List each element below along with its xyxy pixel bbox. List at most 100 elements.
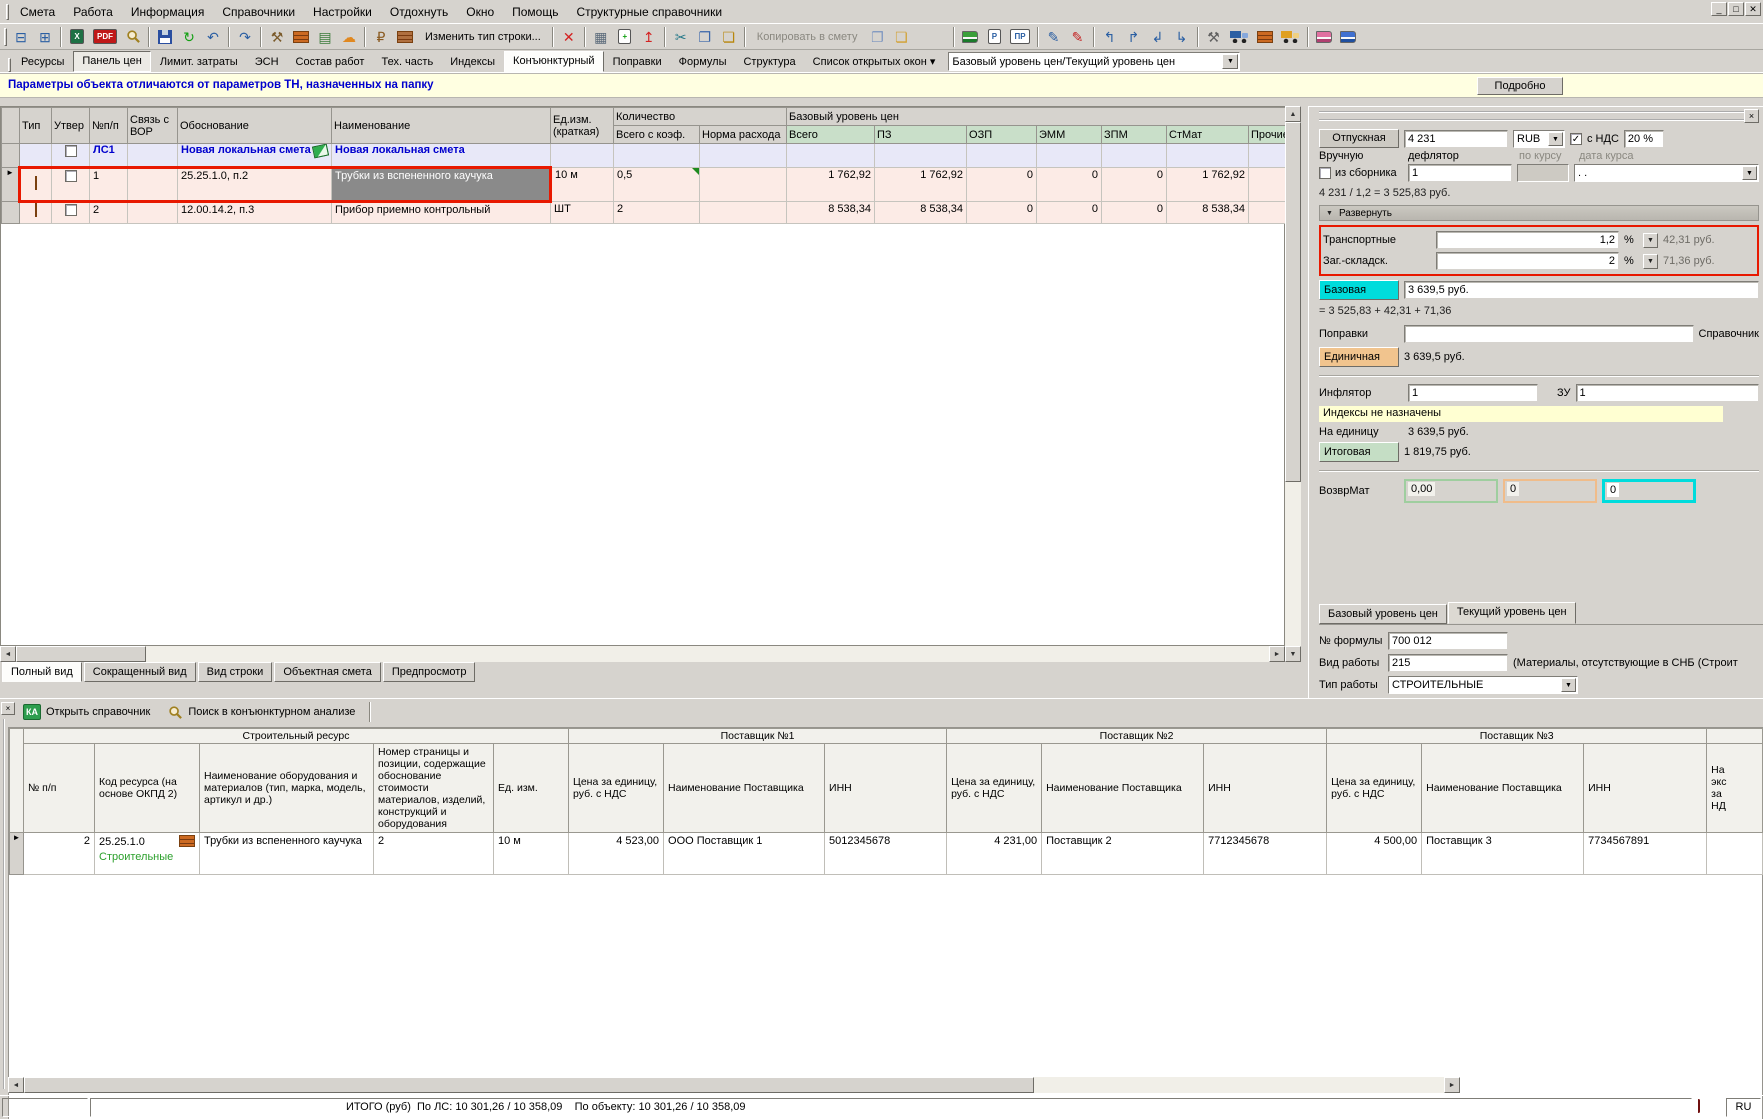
delivery-truck-icon[interactable]: [1227, 26, 1252, 48]
transport-percent-input[interactable]: 1,2: [1436, 231, 1619, 249]
section-close-icon[interactable]: ×: [1, 702, 15, 715]
menu-item-strukturnye-spravochniki[interactable]: Структурные справочники: [567, 2, 731, 22]
corrections-input[interactable]: [1404, 325, 1694, 343]
excel-export-icon[interactable]: X: [66, 26, 88, 48]
menu-item-otdohnut[interactable]: Отдохнуть: [381, 2, 457, 22]
approve-checkbox[interactable]: [64, 145, 77, 157]
maximize-button[interactable]: □: [1728, 2, 1744, 16]
scroll-up-icon[interactable]: ▲: [1285, 106, 1301, 122]
scroll-thumb[interactable]: [1285, 122, 1301, 482]
copy-sheet-icon[interactable]: ❐: [866, 26, 888, 48]
save-icon[interactable]: [154, 26, 176, 48]
view-tab-obektnaya-smeta[interactable]: Объектная смета: [274, 662, 381, 682]
chevron-down-icon[interactable]: ▼: [1643, 253, 1658, 269]
copy-icon[interactable]: ❐: [694, 26, 716, 48]
s3-price-cell[interactable]: 4 500,00: [1326, 832, 1423, 875]
menu-item-pomosch[interactable]: Помощь: [503, 2, 567, 22]
level-up-icon[interactable]: ↰: [1099, 26, 1121, 48]
chevron-down-icon[interactable]: ▼: [1643, 232, 1658, 248]
chevron-down-icon[interactable]: ▼: [1561, 678, 1576, 692]
tab-indeksy[interactable]: Индексы: [442, 53, 503, 72]
structure-tree-icon[interactable]: ⊟: [10, 26, 32, 48]
s3-inn-cell[interactable]: 7734567891: [1583, 832, 1708, 875]
language-indicator[interactable]: RU: [1726, 1098, 1761, 1117]
scroll-right-icon[interactable]: ►: [1269, 646, 1285, 662]
stmat-cell[interactable]: 1 762,92: [1166, 167, 1250, 202]
status-book-icon[interactable]: [1698, 1099, 1718, 1115]
name-cell[interactable]: Прибор приемно контрольный: [331, 201, 551, 224]
menu-item-spravochniki[interactable]: Справочники: [213, 2, 304, 22]
level-down-icon[interactable]: ↳: [1171, 26, 1193, 48]
tab-panel-cen[interactable]: Панель цен: [73, 51, 151, 72]
view-tab-polnyj-vid[interactable]: Полный вид: [2, 662, 82, 682]
price-pr-icon[interactable]: ПР: [1007, 26, 1032, 48]
edit-rows-icon[interactable]: ✎: [1043, 26, 1065, 48]
tab-limit-zatraty[interactable]: Лимит. затраты: [152, 53, 246, 72]
view-tab-vid-stroki[interactable]: Вид строки: [197, 662, 273, 682]
scroll-right-icon[interactable]: ►: [1444, 1077, 1460, 1093]
toolbar-grip[interactable]: [8, 58, 11, 72]
level-raise-icon[interactable]: ↱: [1123, 26, 1145, 48]
approve-checkbox[interactable]: [64, 204, 77, 216]
name-cell-selected[interactable]: Трубки из вспененного каучука: [331, 166, 552, 203]
materials-bricks-icon[interactable]: [1254, 26, 1276, 48]
return-mat-current-field[interactable]: 0: [1602, 479, 1696, 503]
price-books-blue-icon[interactable]: [1337, 26, 1359, 48]
menu-item-informaciya[interactable]: Информация: [122, 2, 213, 22]
ozp-cell[interactable]: 0: [966, 167, 1038, 202]
s1-name-cell[interactable]: ООО Поставщик 1: [663, 832, 826, 875]
deflator-input[interactable]: 1: [1408, 164, 1512, 182]
tab-formuly[interactable]: Формулы: [671, 53, 735, 72]
base-price-button[interactable]: Базовая: [1319, 280, 1399, 300]
cut-icon[interactable]: ✂: [670, 26, 692, 48]
analysis-horizontal-scrollbar[interactable]: ◄ ►: [8, 1077, 1460, 1093]
grid-horizontal-scrollbar[interactable]: ◄ ►: [0, 646, 1285, 662]
pz-cell[interactable]: 1 762,92: [874, 167, 968, 202]
reference-link[interactable]: Справочник: [1699, 328, 1760, 340]
estimate-number-cell[interactable]: ЛС1: [89, 143, 128, 168]
chevron-down-icon[interactable]: ▼: [1548, 131, 1563, 146]
material-box-icon[interactable]: [394, 26, 416, 48]
menu-item-rabota[interactable]: Работа: [64, 2, 122, 22]
tab-popravki[interactable]: Поправки: [605, 53, 670, 72]
s3-name-cell[interactable]: Поставщик 3: [1421, 832, 1585, 875]
open-reference-button[interactable]: КА Открыть справочник: [16, 701, 157, 723]
return-mat-unit-field[interactable]: 0: [1503, 479, 1597, 503]
pdf-export-icon[interactable]: PDF: [90, 26, 120, 48]
clear-rows-icon[interactable]: ✎: [1067, 26, 1089, 48]
unit-cell[interactable]: 10 м: [492, 832, 570, 875]
currency-select[interactable]: RUB ▼: [1513, 129, 1565, 148]
close-button[interactable]: ✕: [1745, 2, 1761, 16]
add-comment-icon[interactable]: ☁: [338, 26, 360, 48]
grid-vertical-scrollbar[interactable]: ▲ ▼: [1285, 106, 1301, 662]
refresh-icon[interactable]: ↻: [178, 26, 200, 48]
stmat-cell[interactable]: 8 538,34: [1166, 201, 1250, 224]
unit-price-button[interactable]: Единичная: [1319, 347, 1399, 367]
estimate-name-cell[interactable]: Новая локальная смета: [331, 143, 551, 168]
storage-percent-input[interactable]: 2: [1436, 252, 1619, 270]
delete-row-icon[interactable]: ✕: [558, 26, 580, 48]
redo-cancel-icon[interactable]: ↷: [234, 26, 256, 48]
norm-base-icon[interactable]: [959, 26, 981, 48]
scroll-left-icon[interactable]: ◄: [8, 1077, 24, 1093]
menu-item-nastrojki[interactable]: Настройки: [304, 2, 381, 22]
selling-price-button[interactable]: Отпускная: [1319, 129, 1399, 148]
tab-current-price-level[interactable]: Текущий уровень цен: [1447, 602, 1576, 624]
vat-rate-input[interactable]: 20 %: [1623, 129, 1664, 148]
qty-cell[interactable]: 2: [613, 201, 700, 224]
s2-price-cell[interactable]: 4 231,00: [946, 832, 1043, 875]
row-number-cell[interactable]: 2: [89, 201, 128, 224]
zu-input[interactable]: 1: [1575, 384, 1759, 402]
scroll-left-icon[interactable]: ◄: [0, 646, 16, 662]
import-row-icon[interactable]: ↥: [638, 26, 660, 48]
scroll-thumb[interactable]: [16, 646, 146, 662]
minimize-button[interactable]: _: [1711, 2, 1727, 16]
scroll-thumb[interactable]: [24, 1077, 1034, 1093]
s1-price-cell[interactable]: 4 523,00: [568, 832, 665, 875]
transport-truck-icon[interactable]: [1278, 26, 1303, 48]
ozp-cell[interactable]: 0: [966, 201, 1038, 224]
tab-struktura[interactable]: Структура: [735, 53, 803, 72]
justification-cell[interactable]: 25.25.1.0, п.2: [177, 166, 332, 203]
justification-cell[interactable]: 12.00.14.2, п.3: [177, 201, 332, 224]
emm-cell[interactable]: 0: [1036, 167, 1103, 202]
